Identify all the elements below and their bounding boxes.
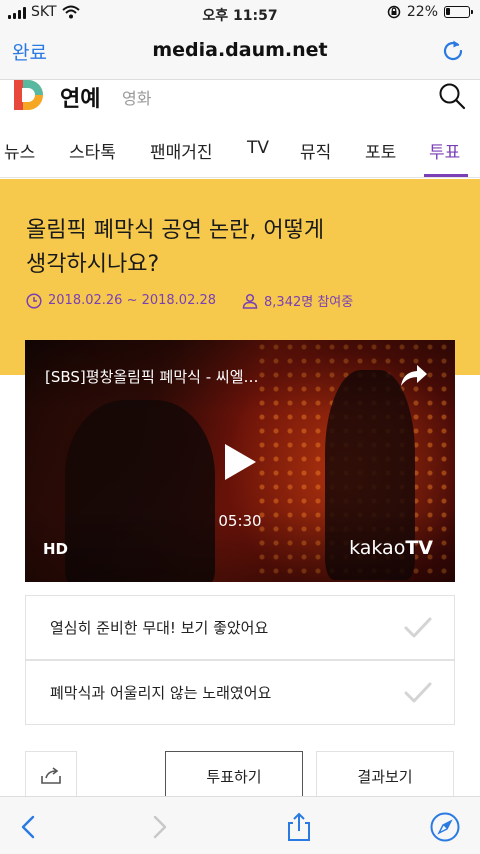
status-right: 22%	[387, 4, 473, 20]
url-label: media.daum.net	[152, 39, 328, 61]
active-tab-indicator	[424, 174, 468, 177]
poll-period-text: 2018.02.26 ~ 2018.02.28	[48, 293, 217, 308]
battery-icon	[444, 6, 473, 18]
share-arrow-icon	[41, 767, 61, 784]
play-icon[interactable]	[222, 442, 258, 482]
battery-percent: 22%	[406, 4, 438, 20]
category-tabs: 뉴스 스타톡 팬매거진 TV 뮤직 포토 투표	[0, 126, 480, 178]
tab-vote[interactable]: 투표	[429, 138, 460, 163]
tab-tv[interactable]: TV	[247, 138, 269, 158]
clock-icon	[26, 292, 42, 309]
reload-icon[interactable]	[440, 38, 466, 64]
tab-fan-magazine[interactable]: 팬매거진	[150, 138, 213, 163]
poll-title-line-1: 올림픽 폐막식 공연 논란, 어떻게	[26, 218, 325, 243]
site-header: 연예 영화	[0, 80, 480, 120]
rotation-lock-icon	[387, 5, 401, 19]
daum-logo[interactable]	[14, 80, 46, 110]
check-icon	[404, 617, 432, 638]
kakao-tv-logo: kakaoTV	[349, 537, 433, 559]
tab-news[interactable]: 뉴스	[4, 138, 35, 163]
search-icon[interactable]	[438, 82, 466, 110]
poll-option[interactable]: 열심히 준비한 무대! 보기 좋았어요	[25, 595, 455, 660]
video-duration: 05:30	[218, 512, 262, 530]
poll-participants-text: 8,342명 참여중	[264, 295, 354, 310]
poll-period: 2018.02.26 ~ 2018.02.28	[26, 292, 217, 309]
poll-title: 올림픽 폐막식 공연 논란, 어떻게 생각하시나요?	[26, 214, 456, 282]
tab-startalk[interactable]: 스타톡	[69, 138, 116, 163]
tab-music[interactable]: 뮤직	[300, 138, 331, 163]
poll-option-label: 폐막식과 어울리지 않는 노래였어요	[50, 684, 272, 702]
kakao-tv-logo-prefix: kakao	[349, 537, 406, 559]
check-icon	[404, 682, 432, 703]
sub-section-link[interactable]: 영화	[122, 85, 151, 109]
poll-title-line-2: 생각하시나요?	[26, 252, 160, 277]
poll-option-label: 열심히 준비한 무대! 보기 좋았어요	[50, 619, 269, 637]
video-title[interactable]: [SBS]평창올림픽 폐막식 - 씨엘…	[45, 366, 315, 387]
vote-button[interactable]: 투표하기	[165, 751, 303, 801]
share-poll-button[interactable]	[25, 751, 77, 801]
share-icon[interactable]	[284, 812, 314, 842]
poll-meta: 2018.02.26 ~ 2018.02.28 8,342명 참여중	[26, 291, 353, 310]
section-title[interactable]: 연예	[60, 81, 100, 113]
video-share-icon[interactable]	[399, 362, 429, 388]
done-button[interactable]: 완료	[12, 38, 47, 65]
battery-level	[446, 8, 450, 15]
kakao-tv-logo-suffix: TV	[405, 537, 433, 559]
back-icon[interactable]	[14, 812, 44, 842]
person-icon	[242, 293, 258, 309]
hd-badge: HD	[43, 540, 69, 558]
poll-option[interactable]: 폐막식과 어울리지 않는 노래였어요	[25, 660, 455, 725]
browser-toolbar	[0, 796, 480, 854]
results-button[interactable]: 결과보기	[316, 751, 454, 801]
poll-participants: 8,342명 참여중	[242, 291, 353, 310]
safari-compass-icon[interactable]	[430, 812, 460, 842]
browser-bar: 완료 media.daum.net	[0, 28, 480, 80]
status-bar: SKT 오후 11:57 22%	[0, 0, 480, 28]
video-player[interactable]: [SBS]평창올림픽 폐막식 - 씨엘… 05:30 HD kakaoTV	[25, 340, 455, 582]
tab-photo[interactable]: 포토	[365, 138, 396, 163]
forward-icon[interactable]	[144, 812, 174, 842]
